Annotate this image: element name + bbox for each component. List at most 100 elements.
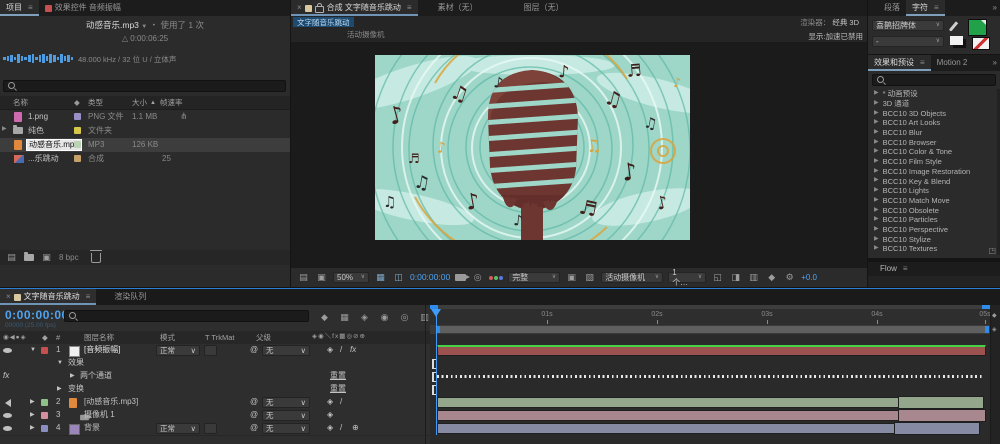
snapshot-grid-icon[interactable]: ▤ <box>297 272 310 284</box>
effects-category[interactable]: ▶BCC10 Art Looks <box>868 118 1000 128</box>
renderer-info[interactable]: 渲染器： 经典 3D <box>800 18 859 27</box>
expand-icon[interactable]: ▶ <box>874 226 879 233</box>
settings-gear-icon[interactable]: ⚙ <box>783 272 796 284</box>
pixel-aspect-icon[interactable]: ◱ <box>711 272 724 284</box>
effects-category[interactable]: ▶BCC10 Match Move <box>868 196 1000 206</box>
transparency-grid-icon[interactable]: ▨ <box>583 272 596 284</box>
shy-switch[interactable]: ◈ <box>327 410 333 420</box>
table-row[interactable]: ▶ 纯色 文件夹 <box>0 124 290 138</box>
effects-category[interactable]: ▶* 动画预设 <box>868 89 1000 99</box>
time-ruler[interactable]: 01s 02s 03s 04s 05s <box>430 309 991 326</box>
playhead-handle[interactable] <box>431 309 441 317</box>
timeline-button-icon[interactable]: ▥ <box>747 272 760 284</box>
frame-blending-icon[interactable]: ◉ <box>378 311 391 323</box>
quality-switch[interactable]: / <box>340 345 342 355</box>
label-chip[interactable] <box>74 127 81 134</box>
column-label-icon[interactable]: ◆ <box>42 333 48 342</box>
tab-flow[interactable]: Flow ≡ <box>874 262 914 276</box>
flowchart-icon[interactable]: ◆ <box>765 272 778 284</box>
effects-category[interactable]: ▶BCC10 Obsolete <box>868 205 1000 215</box>
quality-switch[interactable]: / <box>340 423 342 433</box>
grid-guides-icon[interactable]: ▦ <box>374 272 387 284</box>
shy-switch[interactable]: ◈ <box>327 397 333 407</box>
pickwhip-icon[interactable]: @ <box>250 410 258 420</box>
parent-select[interactable]: 无 ∨ <box>262 397 310 408</box>
pickwhip-icon[interactable]: @ <box>250 345 258 355</box>
collapse-icon[interactable]: ▼ <box>57 360 63 367</box>
panel-menu-icon[interactable]: ≡ <box>903 264 908 274</box>
blend-mode-select[interactable]: 正常 ∨ <box>156 423 200 434</box>
column-splitter[interactable] <box>425 305 426 444</box>
snapshot-camera-icon[interactable] <box>455 274 466 281</box>
expand-icon[interactable]: ▶ <box>874 197 879 204</box>
collapse-icon[interactable]: ▼ <box>30 347 36 354</box>
keyframe-dots[interactable] <box>437 375 982 378</box>
tab-motion2[interactable]: Motion 2 <box>931 55 974 71</box>
exposure-value[interactable]: +0.0 <box>801 273 817 283</box>
effects-category[interactable]: ▶BCC10 Image Restoration <box>868 167 1000 177</box>
expand-icon[interactable]: ▶ <box>874 139 879 146</box>
monitor-icon[interactable]: ▣ <box>315 272 328 284</box>
resolution-select[interactable]: 完整 ∨ <box>508 272 560 283</box>
tab-footage[interactable]: 素材（无） <box>432 0 484 16</box>
interpret-footage-icon[interactable]: ▤ <box>5 252 18 264</box>
table-row[interactable]: ...乐跳动 合成 25 <box>0 152 290 166</box>
layer-row[interactable]: ▼ 1 [音频振幅] 正常 ∨ @ 无 ∨ ◈ / fx <box>0 344 430 358</box>
comp-navigator-button[interactable]: 文字随音乐跳动 <box>293 17 354 27</box>
shield-icon[interactable]: ◈ <box>992 327 997 334</box>
eye-icon[interactable] <box>3 424 13 433</box>
transform-group-row[interactable]: ▶ 变换 重置 <box>0 383 430 397</box>
effects-category[interactable]: ▶BCC10 Color & Tone <box>868 147 1000 157</box>
panel-corner-icon[interactable]: ◳ <box>988 246 996 256</box>
expand-icon[interactable]: ▶ <box>874 148 879 155</box>
parent-select[interactable]: 无 ∨ <box>262 345 310 356</box>
project-search-input[interactable] <box>3 80 286 92</box>
playhead-line[interactable] <box>436 309 437 435</box>
column-layer-name[interactable]: 图层名称 <box>84 333 114 342</box>
label-chip[interactable] <box>74 141 81 148</box>
layer-row[interactable]: ▶ 3 摄像机 1 @ 无 ∨ ◈ <box>0 409 430 423</box>
expand-icon[interactable]: ▶ <box>874 177 879 184</box>
preview-dropdown-icon[interactable]: ▼ <box>141 24 147 30</box>
bw-swatch[interactable] <box>950 36 963 45</box>
close-icon[interactable]: × <box>297 3 302 13</box>
sort-ascending-icon[interactable]: ▲ <box>150 100 156 107</box>
magnification-select[interactable]: 50% ∨ <box>333 272 369 283</box>
tab-paragraph[interactable]: 段落 <box>878 0 906 16</box>
preview-file-name[interactable]: 动感音乐.mp3 <box>86 20 139 30</box>
delete-icon[interactable] <box>91 253 101 263</box>
panel-menu-icon[interactable]: ≡ <box>86 292 91 302</box>
font-style-select[interactable]: - ∨ <box>872 36 944 47</box>
expand-icon[interactable]: ▶ <box>874 207 879 214</box>
view-layout-select[interactable]: 1 个… ∨ <box>668 272 706 283</box>
effect-row[interactable]: fx ▶ 两个通道 重置 <box>0 370 430 384</box>
label-chip[interactable] <box>41 425 48 432</box>
shy-switch[interactable]: ◈ <box>327 423 333 433</box>
project-bit-depth[interactable]: 8 bpc <box>59 253 79 263</box>
column-trkmat[interactable]: T TrkMat <box>205 333 234 342</box>
table-row-selected[interactable]: 动感音乐.mp3 MP3 126 KB <box>0 138 290 152</box>
layer-bar-camera-tail[interactable] <box>898 409 986 422</box>
shy-switch[interactable]: ◈ <box>327 345 333 355</box>
layer-bar-background[interactable] <box>437 423 896 434</box>
tab-timeline-comp[interactable]: × 文字随音乐跳动 ≡ <box>0 289 96 305</box>
tab-effects-presets[interactable]: 效果和预设 ≡ <box>868 55 931 71</box>
layer-bar-audio-amplitude[interactable] <box>437 345 986 356</box>
column-label-icon[interactable]: ◆ <box>74 98 80 107</box>
tab-effect-controls[interactable]: 效果控件 音频振幅 <box>39 0 127 16</box>
effects-category[interactable]: ▶BCC10 Blur <box>868 128 1000 138</box>
column-parent[interactable]: 父级 <box>256 333 271 342</box>
expand-icon[interactable]: ▶ <box>874 110 879 117</box>
panel-menu-icon[interactable]: ≡ <box>920 58 925 68</box>
effects-category[interactable]: ▶BCC10 Particles <box>868 215 1000 225</box>
lock-icon[interactable] <box>315 6 324 13</box>
layer-row[interactable]: ▶ 2 [动感音乐.mp3] @ 无 ∨ ◈ / <box>0 396 430 410</box>
fx-switch[interactable]: fx <box>350 345 356 355</box>
layer-bar-camera[interactable] <box>437 410 900 421</box>
expand-icon[interactable]: ▶ <box>874 236 879 243</box>
reset-link[interactable]: 重置 <box>330 384 346 394</box>
show-channels-icon[interactable] <box>489 276 503 280</box>
hide-shy-layers-icon[interactable]: ◈ <box>358 311 371 323</box>
audio-icon[interactable] <box>5 399 11 407</box>
expand-icon[interactable]: ▶ <box>874 245 879 252</box>
